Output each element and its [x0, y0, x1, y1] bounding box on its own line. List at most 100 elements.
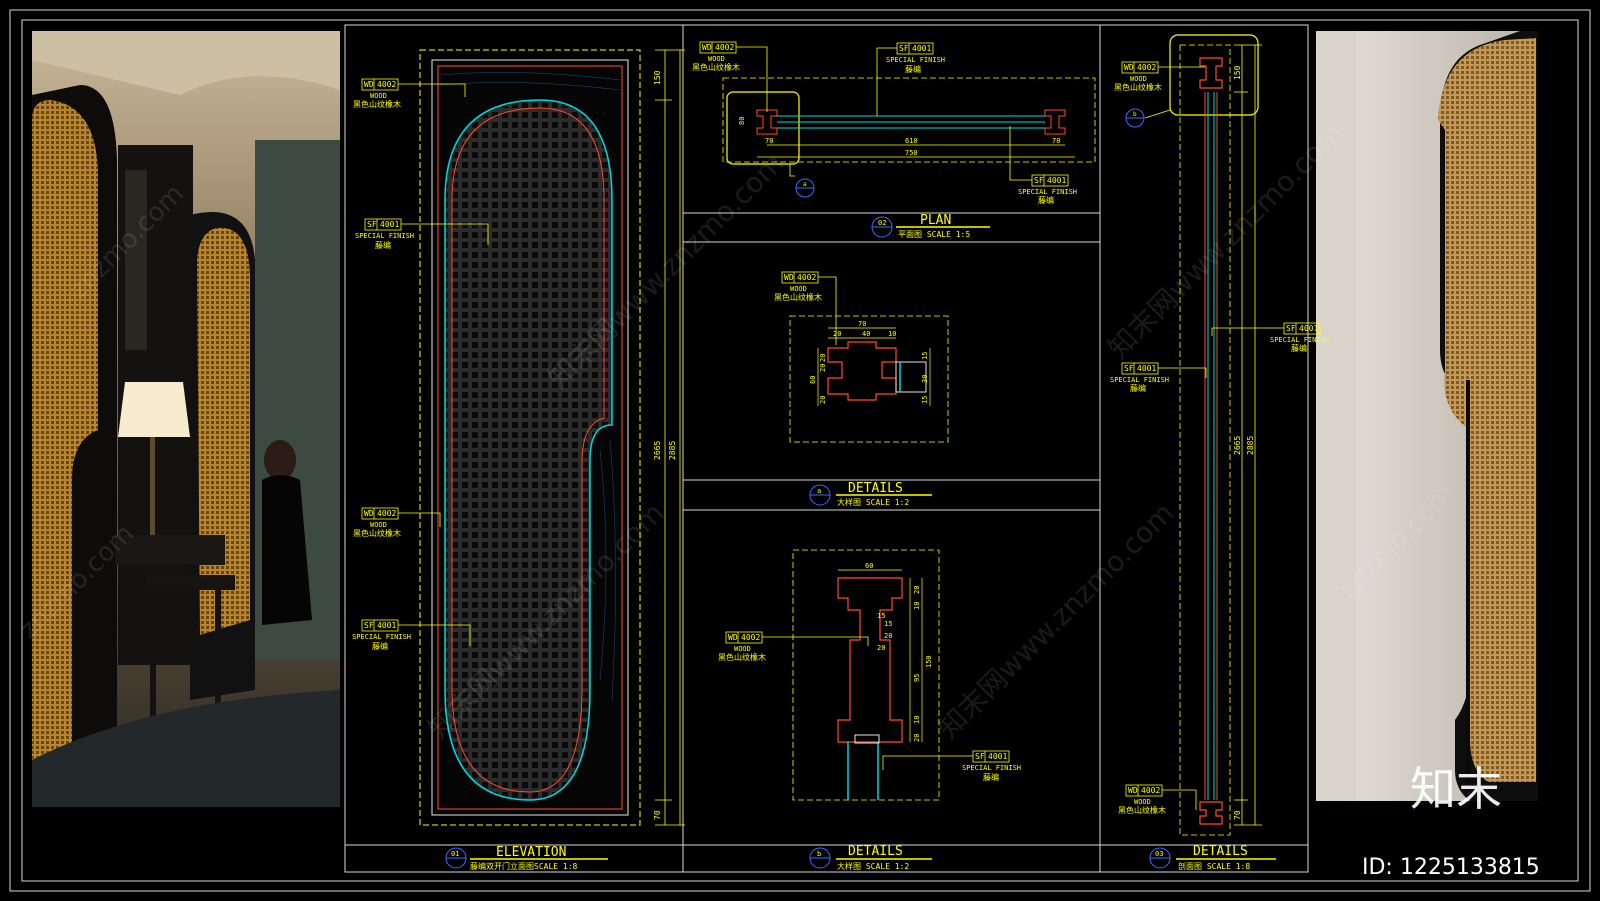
svg-text:WD: WD: [364, 509, 374, 518]
svg-text:SF: SF: [1034, 176, 1044, 185]
plan-title-block: 02 PLAN 平面图 SCALE 1:5: [871, 213, 990, 239]
svg-text:WD: WD: [1128, 786, 1138, 795]
detail-a-tag-wd: WD 4002 WOOD 黑色山纹橡木: [774, 271, 837, 345]
svg-text:黑色山纹橡木: 黑色山纹橡木: [1114, 82, 1162, 92]
detail-b-title: DETAILS: [848, 844, 903, 859]
svg-text:藤编: 藤编: [372, 641, 388, 651]
svg-text:70: 70: [858, 320, 866, 328]
section-tag-wd-1: WD 4002 WOOD 黑色山纹橡木: [1114, 61, 1205, 92]
svg-text:b: b: [817, 850, 821, 858]
svg-text:10: 10: [913, 602, 921, 610]
elev-title: ELEVATION: [496, 845, 566, 860]
elev-dim-top: 150: [653, 70, 662, 85]
svg-text:黑色山纹橡木: 黑色山纹橡木: [1118, 805, 1166, 815]
svg-text:30: 30: [921, 375, 929, 383]
svg-text:4002: 4002: [377, 509, 396, 518]
svg-text:WD: WD: [1124, 63, 1134, 72]
svg-text:SPECIAL FINISH: SPECIAL FINISH: [355, 232, 414, 240]
svg-text:4001: 4001: [988, 752, 1007, 761]
svg-text:SPECIAL FINISH: SPECIAL FINISH: [1018, 188, 1077, 196]
svg-text:4002: 4002: [797, 273, 816, 282]
svg-text:2665: 2665: [1233, 436, 1242, 455]
svg-text:SPECIAL FINISH: SPECIAL FINISH: [1110, 376, 1169, 384]
elev-number: 01: [451, 850, 459, 858]
svg-text:a: a: [803, 181, 807, 188]
svg-text:SF: SF: [1286, 324, 1296, 333]
svg-text:黑色山纹橡木: 黑色山纹橡木: [353, 528, 401, 538]
elev-dim-h1: 2665: [653, 441, 662, 460]
svg-text:SPECIAL FINISH: SPECIAL FINISH: [1270, 336, 1329, 344]
svg-text:WOOD: WOOD: [1130, 75, 1147, 83]
svg-text:4001: 4001: [380, 220, 399, 229]
svg-text:4002: 4002: [377, 80, 396, 89]
svg-text:60: 60: [809, 376, 817, 384]
elevation-title-block: 01 ELEVATION 藤编双开门立面图SCALE 1:8: [445, 845, 608, 871]
svg-text:20: 20: [884, 632, 892, 640]
detail-b-subtitle: 大样图 SCALE 1:2: [837, 861, 909, 871]
svg-text:60: 60: [865, 562, 873, 570]
plan-dim-left: 70: [765, 137, 773, 145]
svg-text:b: b: [1133, 111, 1137, 118]
svg-text:黑色山纹橡木: 黑色山纹橡木: [774, 292, 822, 302]
elev-dim-h2: 2885: [668, 441, 677, 460]
brand-logo: 知末: [1410, 762, 1502, 816]
svg-text:20: 20: [819, 364, 827, 372]
svg-text:藤编: 藤编: [375, 240, 391, 250]
section-drawing: 150 2665 2885 70 b: [1125, 34, 1262, 836]
svg-text:4001: 4001: [1047, 176, 1066, 185]
plan-tag-wd: WD 4002 WOOD 黑色山纹橡木: [692, 41, 768, 112]
svg-text:WOOD: WOOD: [370, 92, 387, 100]
plan-dim-right: 70: [1052, 137, 1060, 145]
svg-text:SF: SF: [367, 220, 377, 229]
svg-text:藤编: 藤编: [905, 64, 921, 74]
svg-text:20: 20: [833, 330, 841, 338]
svg-text:WOOD: WOOD: [790, 285, 807, 293]
svg-text:10: 10: [913, 716, 921, 724]
svg-text:2885: 2885: [1246, 436, 1255, 455]
svg-text:4001: 4001: [1299, 324, 1318, 333]
svg-text:15: 15: [884, 620, 892, 628]
svg-text:SF: SF: [1124, 364, 1134, 373]
detail-a-title-block: a DETAILS 大样图 SCALE 1:2: [809, 481, 932, 507]
svg-text:20: 20: [877, 644, 885, 652]
svg-text:03: 03: [1155, 850, 1163, 858]
svg-text:SPECIAL FINISH: SPECIAL FINISH: [352, 633, 411, 641]
section-title-block: 03 DETAILS 剖面图 SCALE 1:8: [1149, 844, 1276, 871]
svg-text:藤编: 藤编: [1130, 383, 1146, 393]
svg-text:WD: WD: [728, 633, 738, 642]
svg-text:4002: 4002: [715, 43, 734, 52]
plan-tag-sf-1: SF 4001 SPECIAL FINISH 藤编: [876, 42, 945, 116]
svg-text:WD: WD: [702, 43, 712, 52]
detail-b-title-block: b DETAILS 大样图 SCALE 1:2: [809, 844, 932, 871]
section-tag-sf-1: SF 4001 SPECIAL FINISH 藤编: [1211, 322, 1329, 353]
elev-subtitle: 藤编双开门立面图SCALE 1:8: [470, 861, 578, 871]
svg-text:20: 20: [913, 586, 921, 594]
svg-text:SPECIAL FINISH: SPECIAL FINISH: [962, 764, 1021, 772]
svg-text:4001: 4001: [912, 44, 931, 53]
plan-tag-sf-2: SF 4001 SPECIAL FINISH 藤编: [1009, 126, 1077, 205]
detail-a-title: DETAILS: [848, 481, 903, 496]
svg-text:4001: 4001: [1137, 364, 1156, 373]
svg-text:15: 15: [921, 396, 929, 404]
svg-text:4002: 4002: [741, 633, 760, 642]
svg-text:藤编: 藤编: [983, 772, 999, 782]
svg-text:20: 20: [819, 354, 827, 362]
svg-text:SPECIAL FINISH: SPECIAL FINISH: [886, 56, 945, 64]
svg-text:20: 20: [819, 396, 827, 404]
svg-text:10: 10: [888, 330, 896, 338]
svg-text:02: 02: [878, 219, 886, 227]
section-tag-wd-2: WD 4002 WOOD 黑色山纹橡木: [1118, 784, 1197, 815]
svg-text:黑色山纹橡木: 黑色山纹橡木: [692, 62, 740, 72]
svg-text:150: 150: [925, 655, 933, 668]
svg-text:黑色山纹橡木: 黑色山纹橡木: [353, 99, 401, 109]
svg-text:黑色山纹橡木: 黑色山纹橡木: [718, 652, 766, 662]
svg-text:20: 20: [913, 734, 921, 742]
elev-tag-wd-2: WD 4002 WOOD 黑色山纹橡木: [353, 507, 441, 538]
section-subtitle: 剖面图 SCALE 1:8: [1178, 861, 1250, 871]
svg-text:70: 70: [1233, 810, 1242, 820]
detail-b-drawing: 60 20 10 15 20 95 150 10 20 15 20: [792, 549, 940, 801]
svg-text:WOOD: WOOD: [734, 645, 751, 653]
detail-b-tag-sf: SF 4001 SPECIAL FINISH 藤编: [882, 750, 1021, 782]
section-title: DETAILS: [1193, 844, 1248, 859]
svg-text:SF: SF: [899, 44, 909, 53]
